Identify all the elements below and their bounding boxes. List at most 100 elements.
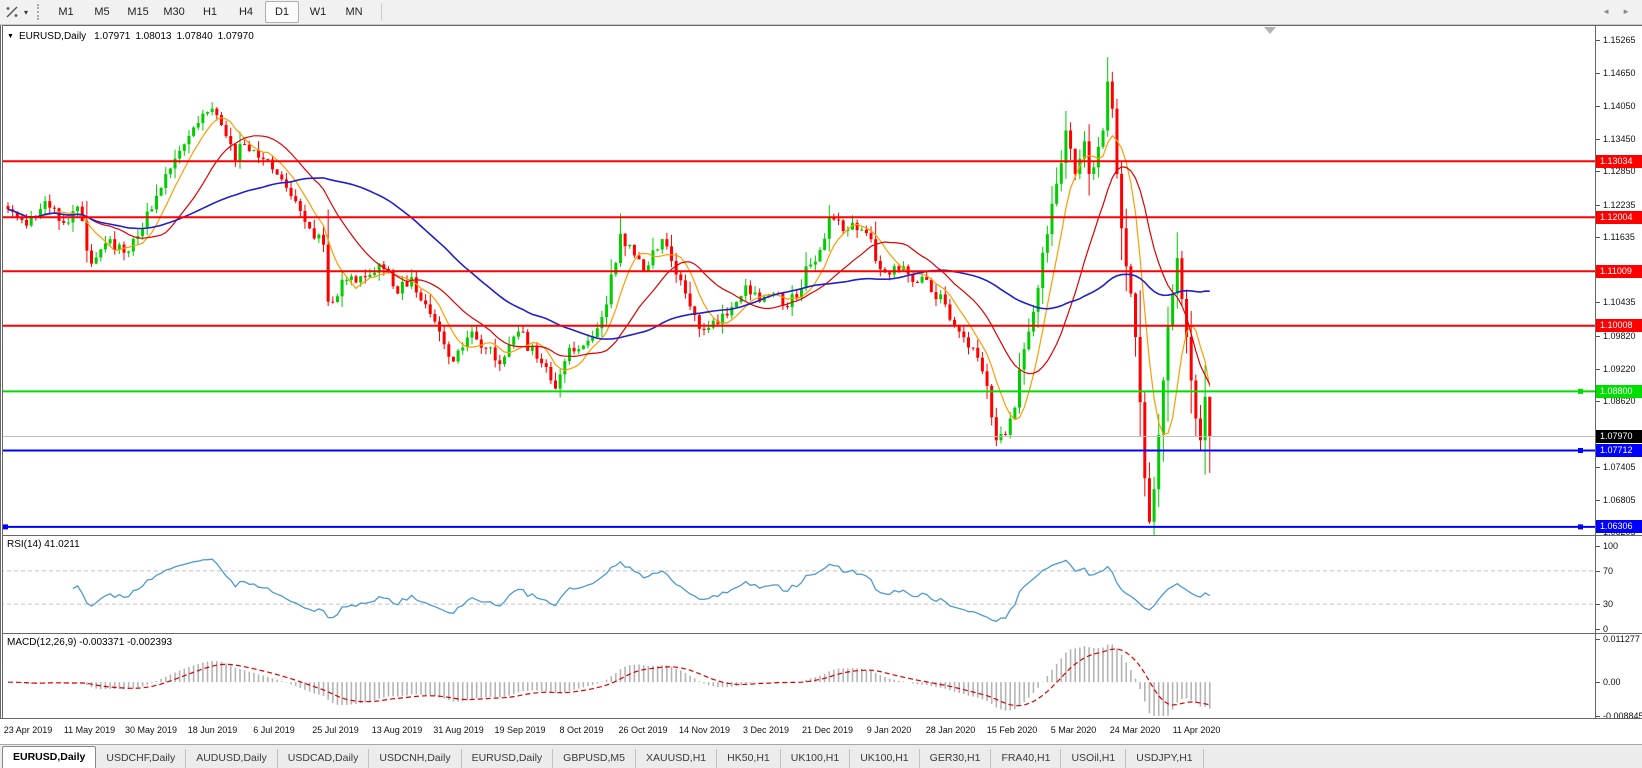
chart-tab-fra40-h1[interactable]: FRA40,H1 bbox=[991, 749, 1061, 768]
chart-tab-usdcnh-daily[interactable]: USDCNH,Daily bbox=[369, 749, 461, 768]
line-handle[interactable] bbox=[1578, 524, 1583, 529]
price-axis[interactable]: 1.152651.146501.140501.134501.128501.122… bbox=[1596, 26, 1642, 535]
date-axis-label: 13 Aug 2019 bbox=[372, 725, 423, 735]
chart-tab-ger30-h1[interactable]: GER30,H1 bbox=[920, 749, 992, 768]
panel-splitter[interactable] bbox=[0, 533, 1642, 537]
macd-axis[interactable]: 0.0112770.00-0.008845 bbox=[1596, 634, 1642, 718]
chart-tab-gbpusd-m5[interactable]: GBPUSD,M5 bbox=[553, 749, 636, 768]
rsi-tick-label: 70 bbox=[1603, 566, 1613, 577]
axis-tick-mark bbox=[1596, 467, 1600, 468]
price-level-label: 1.12004 bbox=[1596, 211, 1642, 224]
axis-tick-mark bbox=[1596, 302, 1600, 303]
price-chart-panel: 1.152651.146501.140501.134501.128501.122… bbox=[0, 25, 1642, 535]
axis-tick-mark bbox=[1596, 171, 1600, 172]
toolbar-grip[interactable] bbox=[37, 4, 41, 20]
date-axis-label: 28 Jan 2020 bbox=[926, 725, 976, 735]
triangle-down-icon[interactable]: ▼ bbox=[7, 33, 14, 40]
date-axis-label: 3 Dec 2019 bbox=[743, 725, 789, 735]
timeframe-button-w1[interactable]: W1 bbox=[301, 1, 335, 23]
price-tick-label: 1.14050 bbox=[1603, 101, 1636, 112]
chart-tab-usoil-h1[interactable]: USOil,H1 bbox=[1061, 749, 1126, 768]
date-axis[interactable]: 23 Apr 201911 May 201930 May 201918 Jun … bbox=[0, 718, 1642, 744]
chart-title: ▼ EURUSD,Daily 1.07971 1.08013 1.07840 1… bbox=[7, 31, 254, 42]
timeframe-button-d1[interactable]: D1 bbox=[265, 1, 299, 23]
timeframe-button-h4[interactable]: H4 bbox=[229, 1, 263, 23]
date-axis-label: 14 Nov 2019 bbox=[679, 725, 730, 735]
date-axis-label: 19 Sep 2019 bbox=[494, 725, 545, 735]
chart-left-frame bbox=[0, 25, 3, 718]
price-tick-label: 1.09220 bbox=[1603, 364, 1636, 375]
timeframe-button-m30[interactable]: M30 bbox=[157, 1, 191, 23]
date-axis-label: 26 Oct 2019 bbox=[618, 725, 667, 735]
macd-panel: 0.0112770.00-0.008845 bbox=[0, 633, 1642, 718]
ohlc-open: 1.07971 bbox=[94, 31, 130, 42]
timeframe-button-mn[interactable]: MN bbox=[337, 1, 371, 23]
chart-shift-marker-icon[interactable] bbox=[1264, 27, 1276, 34]
timeframe-button-m1[interactable]: M1 bbox=[49, 1, 83, 23]
chart-tab-usdchf-daily[interactable]: USDCHF,Daily bbox=[96, 749, 186, 768]
price-tick-label: 1.11635 bbox=[1603, 232, 1635, 243]
price-level-label: 1.10008 bbox=[1596, 319, 1642, 332]
axis-tick-mark bbox=[1596, 40, 1600, 41]
price-level-label: 1.06306 bbox=[1596, 520, 1642, 533]
tab-scroll-arrows: ◄ ► bbox=[1602, 8, 1630, 16]
axis-tick-mark bbox=[1596, 571, 1600, 572]
rsi-tick-label: 100 bbox=[1603, 541, 1618, 552]
chart-tab-xauusd-h1[interactable]: XAUUSD,H1 bbox=[636, 749, 717, 768]
timeframe-button-m5[interactable]: M5 bbox=[85, 1, 119, 23]
date-axis-label: 25 Jul 2019 bbox=[312, 725, 359, 735]
chart-tab-usdcad-daily[interactable]: USDCAD,Daily bbox=[278, 749, 370, 768]
chevron-down-icon[interactable]: ▾ bbox=[24, 8, 28, 17]
axis-tick-mark bbox=[1596, 139, 1600, 140]
chart-tab-audusd-daily[interactable]: AUDUSD,Daily bbox=[186, 749, 278, 768]
price-tick-label: 1.12850 bbox=[1603, 166, 1636, 177]
axis-tick-mark bbox=[1596, 500, 1600, 501]
macd-indicator-label: MACD(12,26,9) -0.003371 -0.002393 bbox=[7, 637, 172, 648]
price-chart-canvas[interactable] bbox=[0, 27, 1595, 535]
date-axis-label: 6 Jul 2019 bbox=[253, 725, 295, 735]
line-handle[interactable] bbox=[1578, 389, 1583, 394]
chart-tab-usdjpy-h1[interactable]: USDJPY,H1 bbox=[1126, 749, 1203, 768]
axis-tick-mark bbox=[1596, 237, 1600, 238]
chart-tab-uk100-h1[interactable]: UK100,H1 bbox=[781, 749, 850, 768]
timeframe-toolbar: ▾ M1M5M15M30H1H4D1W1MN bbox=[0, 0, 1642, 25]
axis-tick-mark bbox=[1596, 205, 1600, 206]
chevron-right-icon[interactable]: ► bbox=[1622, 8, 1630, 16]
price-tick-label: 1.15265 bbox=[1603, 35, 1636, 46]
date-axis-label: 5 Mar 2020 bbox=[1051, 725, 1097, 735]
date-axis-label: 11 May 2019 bbox=[64, 725, 115, 735]
axis-tick-mark bbox=[1596, 336, 1600, 337]
date-axis-label: 18 Jun 2019 bbox=[188, 725, 238, 735]
date-axis-label: 30 May 2019 bbox=[125, 725, 177, 735]
macd-tick-label: 0.00 bbox=[1603, 677, 1621, 688]
toolbar-separator bbox=[381, 3, 382, 21]
crosshair-cursor-icon bbox=[4, 4, 20, 20]
line-handle[interactable] bbox=[1578, 448, 1583, 453]
price-tick-label: 1.14650 bbox=[1603, 68, 1636, 79]
rsi-canvas[interactable] bbox=[0, 537, 1595, 633]
chevron-left-icon[interactable]: ◄ bbox=[1602, 8, 1610, 16]
cursor-tool-button[interactable]: ▾ bbox=[4, 4, 28, 20]
panel-splitter[interactable] bbox=[0, 631, 1642, 635]
chart-symbol-label: EURUSD,Daily bbox=[19, 31, 86, 42]
chart-tab-eurusd-daily[interactable]: EURUSD,Daily bbox=[462, 749, 554, 768]
chart-tab-bar: EURUSD,DailyUSDCHF,DailyAUDUSD,DailyUSDC… bbox=[0, 744, 1642, 768]
chart-tab-uk100-h1[interactable]: UK100,H1 bbox=[850, 749, 919, 768]
chart-tab-eurusd-daily[interactable]: EURUSD,Daily bbox=[2, 746, 96, 768]
chart-tab-hk50-h1[interactable]: HK50,H1 bbox=[717, 749, 781, 768]
mt4-window: ▾ M1M5M15M30H1H4D1W1MN 1.15265 1.14650 1.1… bbox=[0, 0, 1642, 768]
panel-splitter[interactable] bbox=[0, 716, 1642, 720]
line-handle[interactable] bbox=[3, 524, 8, 529]
axis-tick-mark bbox=[1596, 682, 1600, 683]
macd-canvas[interactable] bbox=[0, 635, 1595, 718]
date-axis-label: 31 Aug 2019 bbox=[433, 725, 484, 735]
rsi-tick-label: 30 bbox=[1603, 599, 1613, 610]
timeframe-button-h1[interactable]: H1 bbox=[193, 1, 227, 23]
timeframe-button-m15[interactable]: M15 bbox=[121, 1, 155, 23]
axis-tick-mark bbox=[1596, 604, 1600, 605]
axis-divider-line bbox=[1595, 25, 1596, 718]
price-tick-label: 1.12235 bbox=[1603, 200, 1636, 211]
price-level-label: 1.07712 bbox=[1596, 444, 1642, 457]
price-tick-label: 1.06805 bbox=[1603, 495, 1636, 506]
rsi-axis[interactable]: 10070300 bbox=[1596, 536, 1642, 633]
